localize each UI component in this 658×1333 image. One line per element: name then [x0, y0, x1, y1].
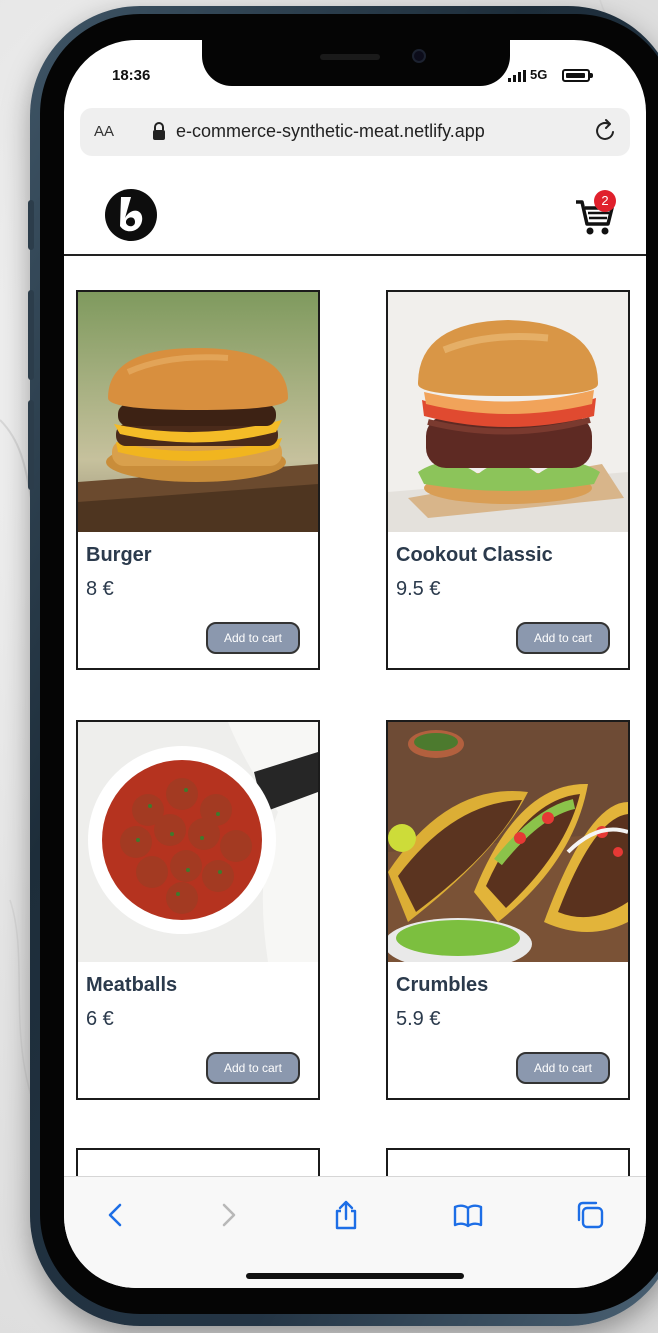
product-grid: Burger 8 € Add to cart Cookout Classic 9…	[64, 256, 646, 1176]
cart-count-badge: 2	[594, 190, 616, 212]
volume-down-button	[28, 400, 34, 490]
product-price: 5.9 €	[396, 1008, 441, 1030]
product-name: Crumbles	[396, 974, 489, 996]
product-card-crumbles: Crumbles 5.9 € Add to cart	[386, 720, 630, 1100]
product-name: Meatballs	[86, 974, 178, 996]
forward-icon[interactable]	[212, 1199, 244, 1231]
product-card-cookout-classic: Cookout Classic 9.5 € Add to cart	[386, 290, 630, 670]
back-icon[interactable]	[100, 1199, 132, 1231]
add-to-cart-button[interactable]: Add to cart	[516, 1052, 610, 1084]
partial-product-image	[78, 1150, 318, 1176]
product-card-meatballs: Meatballs 6 € Add to cart	[76, 720, 320, 1100]
url-text[interactable]: e-commerce-synthetic-meat.netlify.app	[176, 121, 485, 142]
volume-up-button	[28, 290, 34, 380]
battery-icon	[562, 69, 593, 82]
product-price: 6 €	[86, 1008, 114, 1030]
product-price: 8 €	[86, 578, 114, 600]
product-card-partial	[76, 1148, 320, 1176]
meatballs-image	[78, 722, 318, 962]
notch	[202, 40, 510, 86]
lock-icon	[153, 122, 165, 140]
partial-product-image	[388, 1150, 628, 1176]
add-to-cart-button[interactable]: Add to cart	[516, 622, 610, 654]
site-header: 2	[64, 172, 646, 256]
product-card-partial	[386, 1148, 630, 1176]
add-to-cart-button[interactable]: Add to cart	[206, 1052, 300, 1084]
front-camera	[412, 49, 426, 63]
network-label: 5G	[530, 67, 548, 82]
crumbles-image	[388, 722, 628, 962]
brand-logo[interactable]	[104, 188, 158, 242]
burger-image	[78, 292, 318, 532]
share-icon[interactable]	[330, 1199, 362, 1231]
address-bar[interactable]: AA e-commerce-synthetic-meat.netlify.app	[80, 108, 630, 156]
product-name: Burger	[86, 544, 152, 566]
phone-screen: 18:36 5G AA e-commerce-synthetic-meat.ne…	[64, 40, 646, 1288]
mute-switch	[28, 200, 34, 250]
reload-icon[interactable]	[594, 118, 618, 144]
browser-toolbar	[64, 1176, 646, 1288]
signal-icon	[508, 70, 526, 82]
product-name: Cookout Classic	[396, 544, 553, 566]
speaker-grille	[320, 54, 380, 60]
tabs-icon[interactable]	[574, 1199, 606, 1231]
bookmarks-icon[interactable]	[452, 1199, 484, 1231]
home-indicator[interactable]	[246, 1273, 464, 1279]
product-card-burger: Burger 8 € Add to cart	[76, 290, 320, 670]
add-to-cart-button[interactable]: Add to cart	[206, 622, 300, 654]
text-size-button[interactable]: AA	[94, 123, 114, 140]
status-time: 18:36	[112, 67, 151, 84]
cookout-classic-image	[388, 292, 628, 532]
product-price: 9.5 €	[396, 578, 441, 600]
